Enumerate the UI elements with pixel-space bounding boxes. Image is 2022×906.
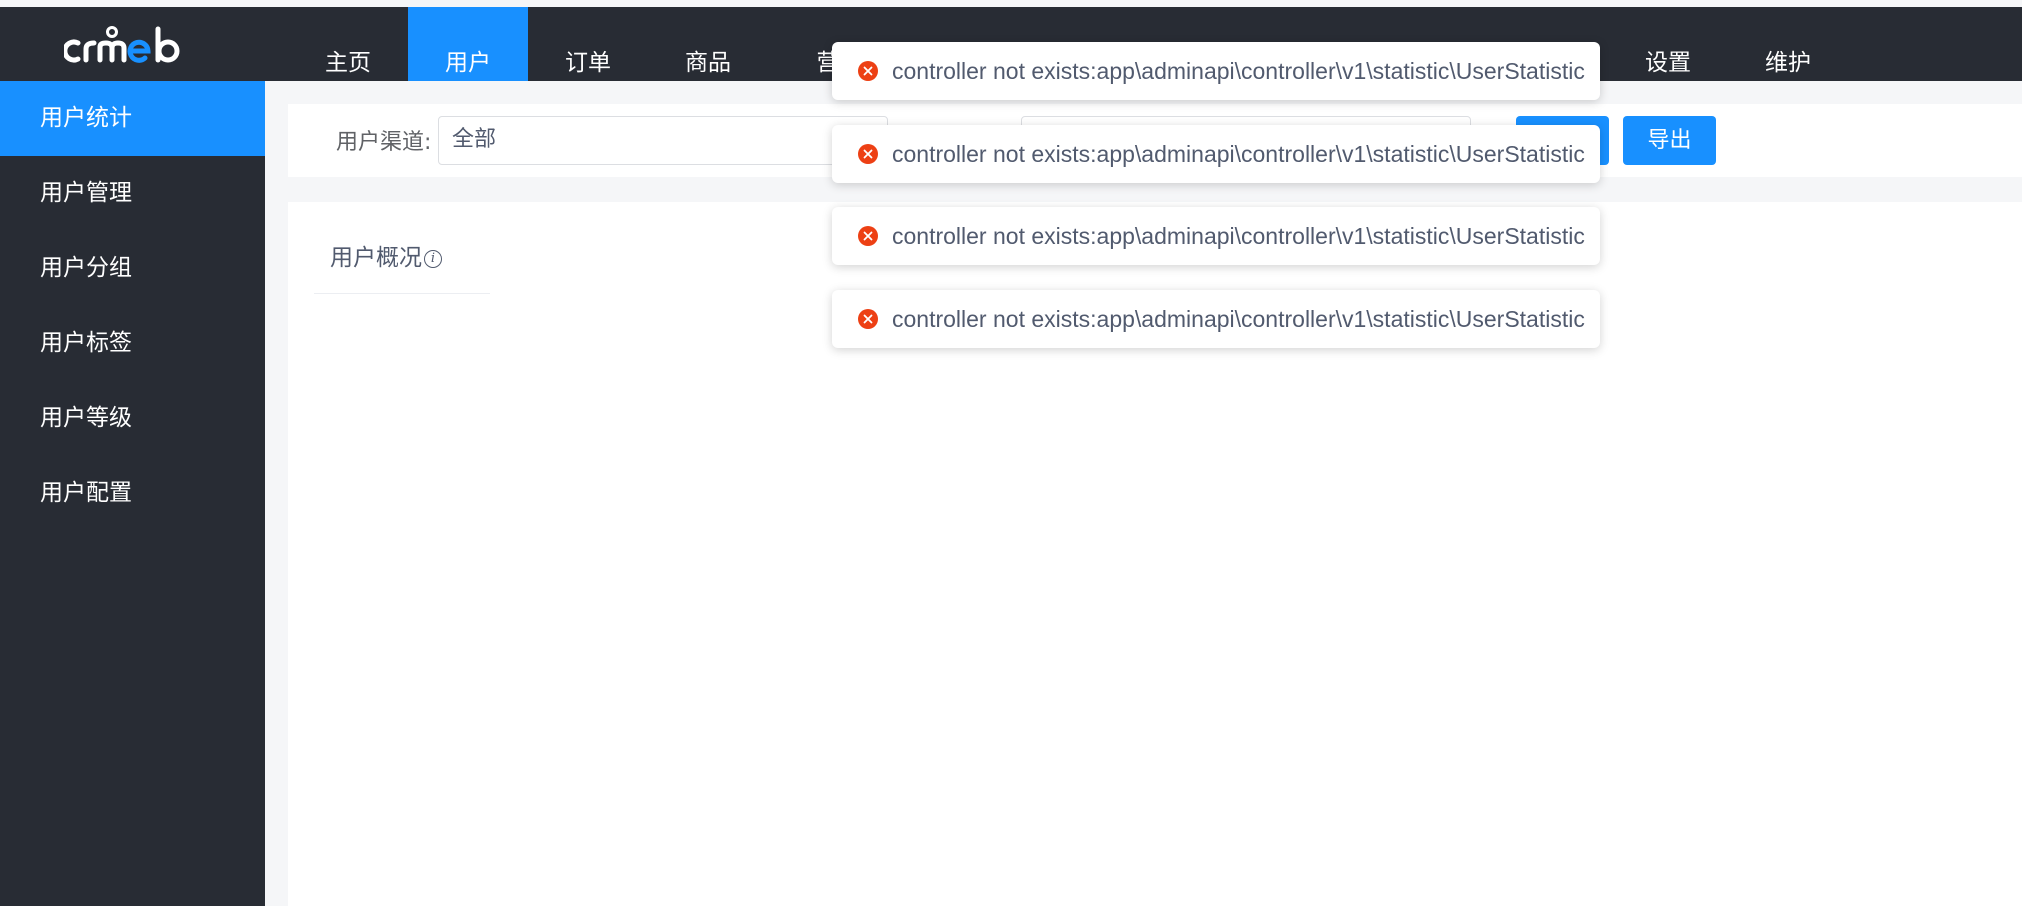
nav-item-order[interactable]: 订单 — [528, 7, 648, 81]
error-icon — [858, 61, 878, 81]
tab-user-overview[interactable]: 用户概况 i — [314, 228, 490, 294]
sidebar-item-user-config[interactable]: 用户配置 — [0, 456, 265, 531]
error-icon — [858, 226, 878, 246]
error-toast: controller not exists:app\adminapi\contr… — [832, 42, 1600, 100]
channel-label: 用户渠道: — [336, 130, 432, 155]
toast-message: controller not exists:app\adminapi\contr… — [892, 140, 1585, 167]
nav-item-maintenance[interactable]: 维护 — [1728, 7, 1848, 81]
channel-select[interactable]: 全部 — [438, 116, 888, 165]
error-toast: controller not exists:app\adminapi\contr… — [832, 207, 1600, 265]
sidebar-item-user-management[interactable]: 用户管理 — [0, 156, 265, 231]
sidebar-item-user-levels[interactable]: 用户等级 — [0, 381, 265, 456]
sidebar-item-user-groups[interactable]: 用户分组 — [0, 231, 265, 306]
nav-item-home[interactable]: 主页 — [288, 7, 408, 81]
sidebar-item-user-statistics[interactable]: 用户统计 — [0, 81, 265, 156]
nav-item-settings[interactable]: 设置 — [1608, 7, 1728, 81]
info-icon[interactable]: i — [424, 249, 442, 268]
error-toast: controller not exists:app\adminapi\contr… — [832, 125, 1600, 183]
error-toast: controller not exists:app\adminapi\contr… — [832, 290, 1600, 348]
toast-message: controller not exists:app\adminapi\contr… — [892, 57, 1585, 84]
toast-message: controller not exists:app\adminapi\contr… — [892, 222, 1585, 249]
nav-item-user[interactable]: 用户 — [408, 7, 528, 81]
error-icon — [858, 144, 878, 164]
app-root: 主页 用户 订单 商品 营 设置 维护 用户统计 用户管理 用户分组 用户标签 … — [0, 0, 2022, 906]
export-button[interactable]: 导出 — [1623, 116, 1716, 165]
overview-tab-label: 用户概况 — [330, 245, 422, 271]
error-icon — [858, 309, 878, 329]
sidebar: 用户统计 用户管理 用户分组 用户标签 用户等级 用户配置 — [0, 81, 265, 906]
sidebar-item-user-tags[interactable]: 用户标签 — [0, 306, 265, 381]
nav-item-product[interactable]: 商品 — [648, 7, 768, 81]
toast-message: controller not exists:app\adminapi\contr… — [892, 305, 1585, 332]
